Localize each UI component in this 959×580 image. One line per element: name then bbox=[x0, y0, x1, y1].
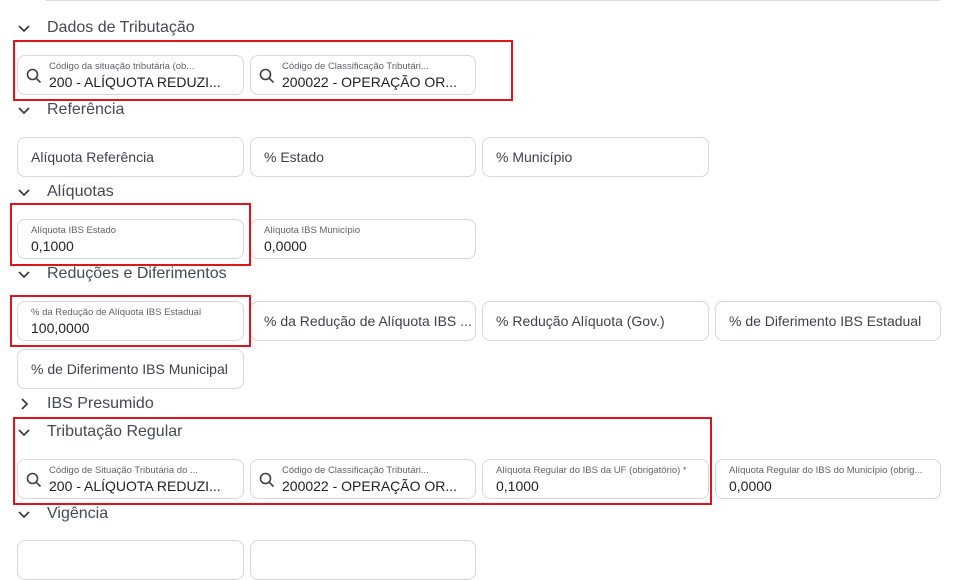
field-value: 200022 - OPERAÇÃO OR... bbox=[282, 478, 458, 494]
diferimento-municipal-input[interactable]: % de Diferimento IBS Municipal bbox=[17, 349, 244, 389]
section-reducoes[interactable]: Reduções e Diferimentos bbox=[17, 263, 227, 285]
field-label: Alíquota IBS Município bbox=[264, 225, 361, 236]
reducao-ibs-municipal-input[interactable]: % da Redução de Alíquota IBS ... bbox=[250, 301, 476, 341]
section-referencia[interactable]: Referência bbox=[17, 99, 124, 121]
section-ibs-presumido[interactable]: IBS Presumido bbox=[17, 393, 154, 415]
section-title: IBS Presumido bbox=[47, 395, 154, 412]
cst-field[interactable]: Código da situação tributária (ob... 200… bbox=[17, 55, 244, 95]
section-aliquotas[interactable]: Alíquotas bbox=[17, 181, 114, 203]
field-label: Código de Classificação Tributári... bbox=[282, 61, 429, 72]
chevron-down-icon bbox=[17, 21, 31, 35]
field-value: 200 - ALÍQUOTA REDUZI... bbox=[49, 74, 221, 90]
chevron-down-icon bbox=[17, 425, 31, 439]
vigencia-fim-input[interactable] bbox=[250, 540, 476, 580]
field-value: 200 - ALÍQUOTA REDUZI... bbox=[49, 478, 221, 494]
field-value: 100,0000 bbox=[31, 320, 90, 336]
search-icon[interactable] bbox=[259, 68, 275, 84]
section-title: Dados de Tributação bbox=[47, 19, 195, 36]
percent-municipio-input[interactable]: % Município bbox=[482, 137, 709, 177]
field-label: Código de Classificação Tributári... bbox=[282, 465, 429, 476]
section-title: Tributação Regular bbox=[47, 423, 183, 440]
regular-cclass-field[interactable]: Código de Classificação Tributári... 200… bbox=[250, 459, 476, 499]
chevron-right-icon bbox=[17, 397, 31, 411]
field-label: Código de Situação Tributária do ... bbox=[49, 465, 198, 476]
vigencia-inicio-input[interactable] bbox=[17, 540, 244, 580]
field-placeholder: Alíquota Referência bbox=[31, 149, 154, 165]
aliquota-ibs-municipio-input[interactable]: Alíquota IBS Município 0,0000 bbox=[250, 219, 476, 259]
field-value: 0,0000 bbox=[729, 478, 772, 494]
field-value: 0,1000 bbox=[496, 478, 539, 494]
field-label: Código da situação tributária (ob... bbox=[49, 61, 195, 72]
diferimento-estadual-input[interactable]: % de Diferimento IBS Estadual bbox=[715, 301, 941, 341]
field-label: Alíquota Regular do IBS da UF (obrigatór… bbox=[496, 465, 687, 476]
field-value: 0,1000 bbox=[31, 238, 74, 254]
field-placeholder: % Estado bbox=[264, 149, 324, 165]
chevron-down-icon bbox=[17, 185, 31, 199]
search-icon[interactable] bbox=[26, 68, 42, 84]
reducao-ibs-estadual-input[interactable]: % da Redução de Alíquota IBS Estadual 10… bbox=[17, 301, 244, 341]
field-label: Alíquota IBS Estado bbox=[31, 225, 117, 236]
field-placeholder: % de Diferimento IBS Estadual bbox=[729, 313, 922, 329]
search-icon[interactable] bbox=[259, 472, 275, 488]
field-placeholder: % da Redução de Alíquota IBS ... bbox=[264, 313, 472, 329]
field-label: Alíquota Regular do IBS do Município (ob… bbox=[729, 465, 923, 476]
field-placeholder: % Município bbox=[496, 149, 573, 165]
field-label: % da Redução de Alíquota IBS Estadual bbox=[31, 307, 202, 318]
top-divider bbox=[46, 0, 940, 1]
aliquota-referencia-input[interactable]: Alíquota Referência bbox=[17, 137, 244, 177]
regular-cst-field[interactable]: Código de Situação Tributária do ... 200… bbox=[17, 459, 244, 499]
aliquota-regular-uf-input[interactable]: Alíquota Regular do IBS da UF (obrigatór… bbox=[482, 459, 709, 499]
reducao-aliquota-gov-input[interactable]: % Redução Alíquota (Gov.) bbox=[482, 301, 709, 341]
cclass-field[interactable]: Código de Classificação Tributári... 200… bbox=[250, 55, 476, 95]
section-title: Vigência bbox=[47, 505, 109, 522]
field-value: 200022 - OPERAÇÃO OR... bbox=[282, 74, 458, 90]
chevron-down-icon bbox=[17, 507, 31, 521]
field-placeholder: % Redução Alíquota (Gov.) bbox=[496, 313, 665, 329]
aliquota-ibs-estado-input[interactable]: Alíquota IBS Estado 0,1000 bbox=[17, 219, 244, 259]
chevron-down-icon bbox=[17, 103, 31, 117]
chevron-down-icon bbox=[17, 267, 31, 281]
aliquota-regular-municipio-input[interactable]: Alíquota Regular do IBS do Município (ob… bbox=[715, 459, 941, 499]
percent-estado-input[interactable]: % Estado bbox=[250, 137, 476, 177]
field-value: 0,0000 bbox=[264, 238, 307, 254]
section-dados-tributacao[interactable]: Dados de Tributação bbox=[17, 17, 195, 39]
section-vigencia[interactable]: Vigência bbox=[17, 503, 108, 525]
section-title: Reduções e Diferimentos bbox=[47, 265, 227, 282]
section-title: Alíquotas bbox=[47, 183, 114, 200]
search-icon[interactable] bbox=[26, 472, 42, 488]
field-placeholder: % de Diferimento IBS Municipal bbox=[31, 361, 228, 377]
section-title: Referência bbox=[47, 101, 125, 118]
section-tributacao-regular[interactable]: Tributação Regular bbox=[17, 421, 182, 443]
